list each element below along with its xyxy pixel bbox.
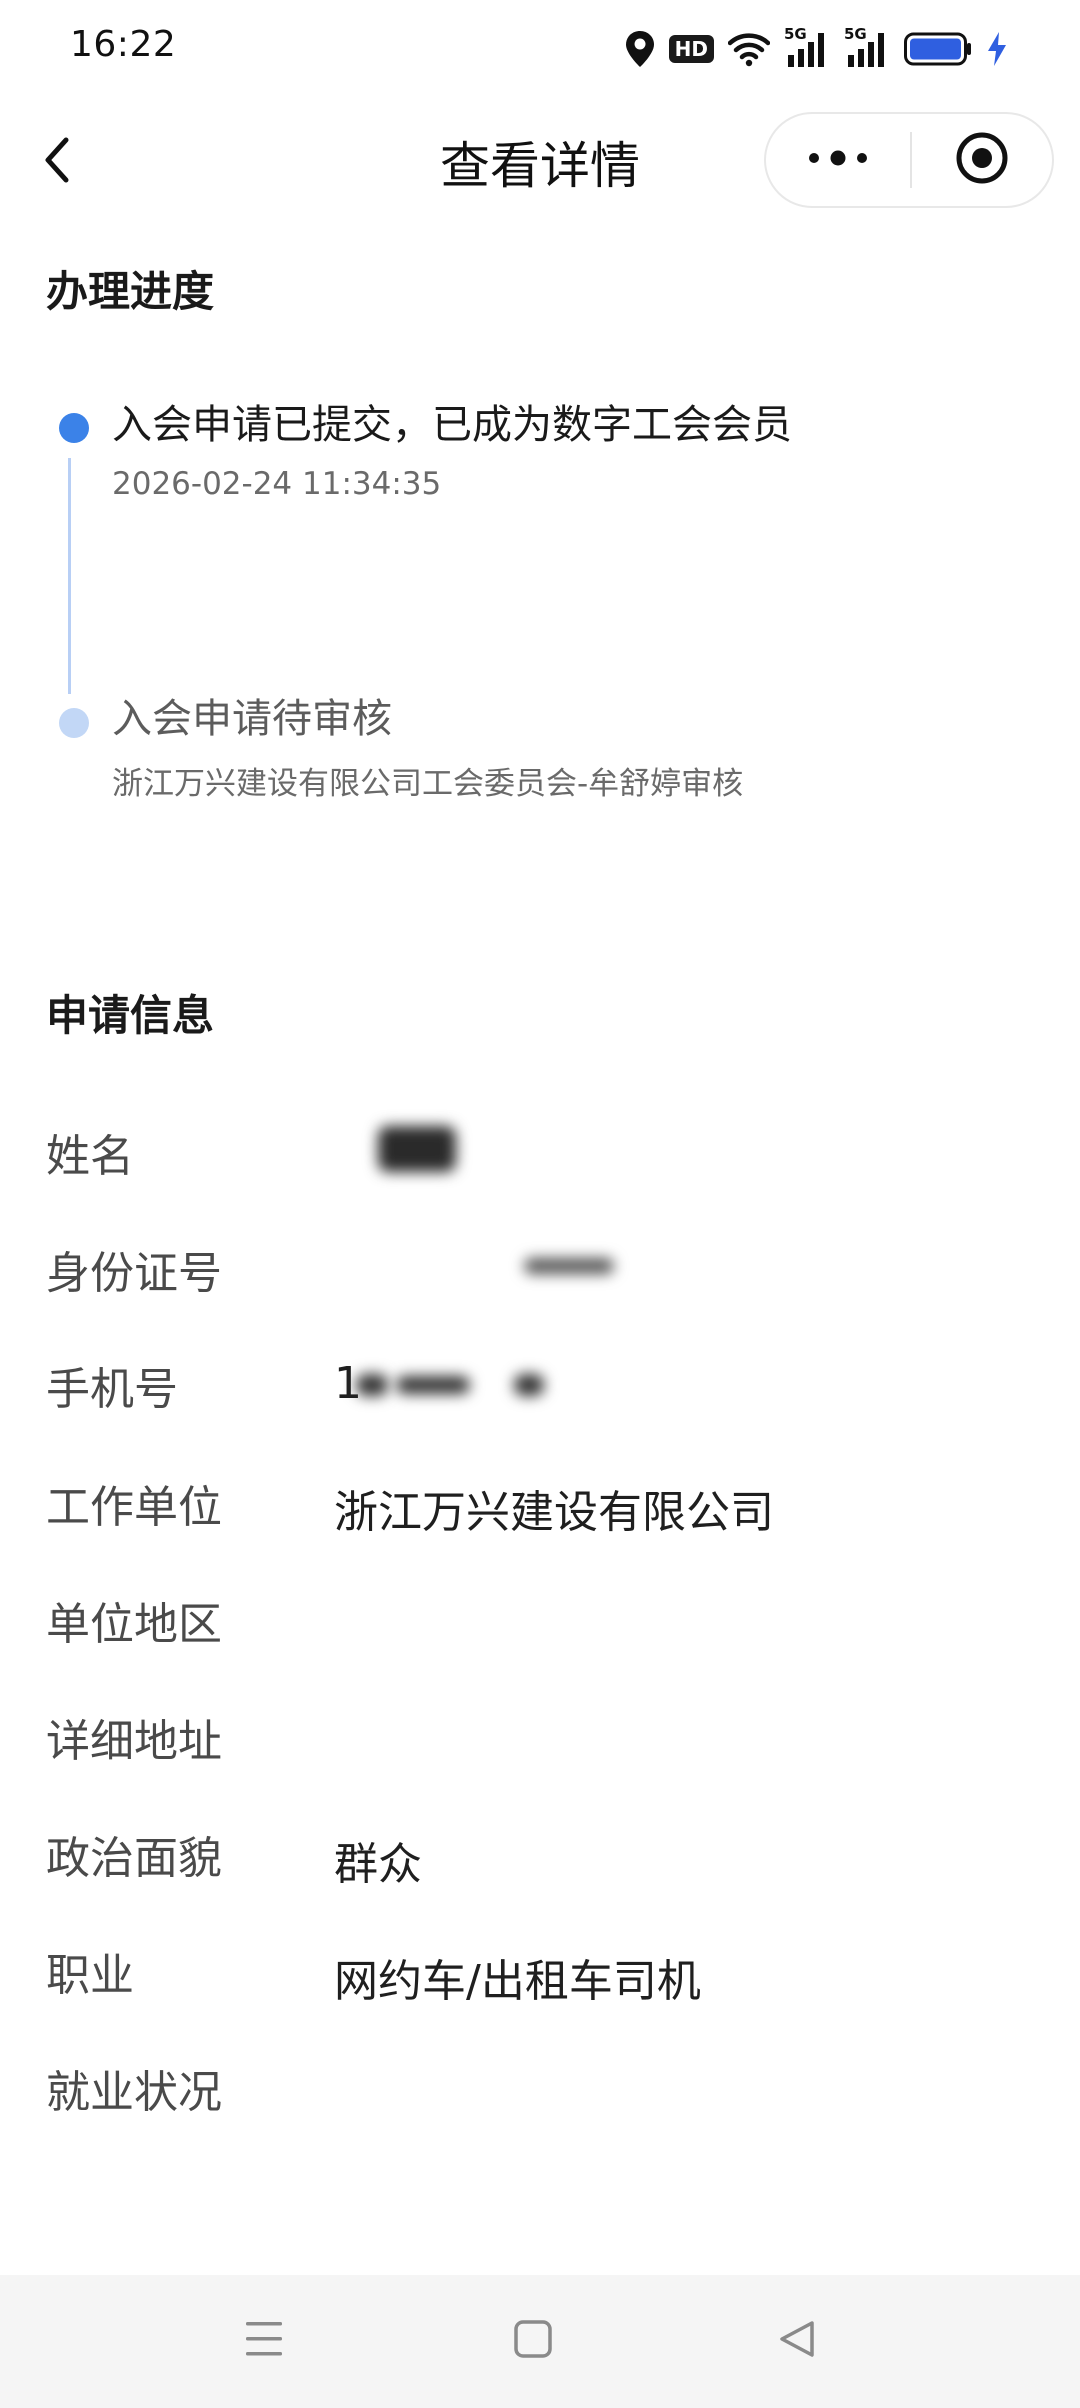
target-circle-icon	[954, 130, 1010, 190]
timeline-step-title: 入会申请待审核	[112, 696, 392, 742]
charging-icon	[986, 31, 1008, 67]
timeline-step-time: 2026-02-24 11:34:35	[112, 466, 442, 502]
progress-section-title: 办理进度	[46, 267, 215, 316]
employer-value: 浙江万兴建设有限公司	[334, 1487, 774, 1538]
close-mini-program-button[interactable]	[912, 114, 1052, 206]
political-status-label: 政治面貌	[46, 1833, 222, 1884]
timeline-dot-pending	[59, 708, 89, 738]
home-square-icon[interactable]	[513, 2317, 553, 2365]
application-section-title: 申请信息	[46, 991, 215, 1040]
more-button[interactable]	[766, 114, 910, 206]
system-navigation-bar	[0, 2275, 1080, 2408]
phone-label: 手机号	[46, 1364, 178, 1415]
name-label: 姓名	[46, 1131, 134, 1182]
political-status-value: 群众	[334, 1839, 422, 1890]
status-time: 16:22	[70, 24, 177, 65]
employment-status-label: 就业状况	[46, 2067, 222, 2118]
redacted-id-number	[524, 1258, 614, 1274]
page: 16:22 HD 5G 5G 查看详情 办理进度 入会申请已提交，已成为数字工会…	[0, 0, 1080, 2408]
timeline-dot-active	[59, 413, 89, 443]
status-bar: 16:22 HD 5G 5G	[0, 0, 1080, 96]
timeline-step-reviewer: 浙江万兴建设有限公司工会委员会-牟舒婷审核	[112, 766, 744, 802]
status-icons: HD 5G 5G	[625, 25, 1008, 72]
redacted-name	[378, 1126, 456, 1172]
cellular-signal-2-icon: 5G	[844, 25, 890, 69]
detailed-address-label: 详细地址	[46, 1716, 222, 1767]
cellular-signal-1-icon: 5G	[784, 25, 830, 69]
redacted-phone-part	[514, 1374, 544, 1396]
timeline-line	[68, 458, 71, 694]
mini-program-capsule	[764, 112, 1054, 208]
hd-badge: HD	[668, 35, 714, 63]
occupation-value: 网约车/出租车司机	[334, 1956, 701, 2007]
battery-icon	[904, 32, 972, 66]
employer-label: 工作单位	[46, 1482, 222, 1533]
redacted-phone-part	[396, 1376, 470, 1394]
menu-lines-icon[interactable]	[244, 2317, 284, 2365]
timeline-step-title: 入会申请已提交，已成为数字工会会员	[112, 402, 792, 448]
id-number-label: 身份证号	[46, 1248, 222, 1299]
redacted-phone-part	[356, 1374, 388, 1396]
location-icon	[625, 30, 655, 68]
occupation-label: 职业	[46, 1950, 134, 2001]
employer-region-label: 单位地区	[46, 1599, 222, 1650]
more-dots-icon	[806, 148, 870, 172]
back-triangle-icon[interactable]	[776, 2317, 818, 2365]
nav-bar: 查看详情	[0, 96, 1080, 226]
wifi-icon	[728, 31, 770, 67]
